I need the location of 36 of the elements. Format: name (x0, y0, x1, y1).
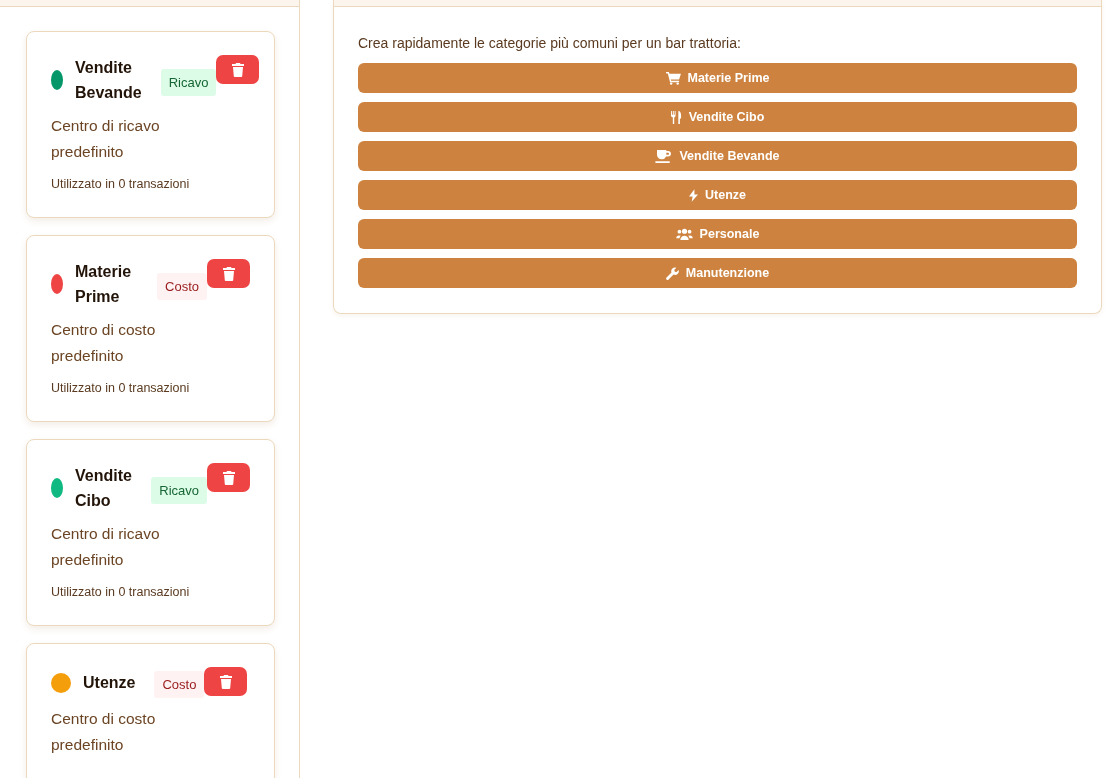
bolt-icon (689, 188, 698, 202)
category-description: Centro di ricavo predefinito (51, 524, 161, 570)
usage-count: Utilizzato in 0 transazioni (51, 177, 191, 191)
users-icon (675, 228, 693, 240)
type-label: Ricavo (151, 476, 207, 504)
category-name: Vendite Cibo (75, 466, 133, 511)
cart-icon (665, 71, 681, 85)
type-label: Costo (154, 671, 205, 698)
category-name: Vendite Bevande (75, 58, 142, 103)
trash-icon (222, 470, 235, 485)
trash-icon (222, 266, 235, 281)
category-description: Centro di costo predefinito (51, 709, 157, 755)
usage-count: Utilizzato in 0 transazioni (51, 381, 191, 395)
delete-button[interactable] (207, 463, 250, 492)
delete-button[interactable] (204, 667, 248, 696)
utensils-icon (670, 110, 682, 124)
delete-button[interactable] (216, 55, 260, 84)
usage-count: Utilizzato in 0 transazioni (51, 585, 191, 599)
mug-icon (655, 149, 673, 163)
category-description: Centro di costo predefinito (51, 320, 157, 366)
trash-icon (219, 674, 232, 689)
quick-create-button[interactable]: Materie Prime (358, 63, 1077, 93)
type-label: Costo (157, 272, 207, 300)
category-name: Utenze (83, 673, 136, 693)
category-name: Materie Prime (75, 262, 133, 307)
intro-text: Crea rapidamente le categorie più comuni per un bar trattoria: (358, 35, 742, 51)
quick-create-button[interactable]: Personale (358, 219, 1077, 249)
quick-create-button[interactable]: Utenze (358, 180, 1077, 210)
quick-create-button[interactable]: Vendite Cibo (358, 102, 1077, 132)
wrench-icon (665, 266, 679, 280)
trash-icon (231, 62, 244, 77)
delete-button[interactable] (207, 259, 250, 288)
category-description: Centro di ricavo predefinito (51, 116, 161, 162)
quick-create-button[interactable]: Manutenzione (358, 258, 1077, 288)
type-label: Ricavo (160, 68, 217, 96)
quick-create-button[interactable]: Vendite Bevande (358, 141, 1077, 171)
